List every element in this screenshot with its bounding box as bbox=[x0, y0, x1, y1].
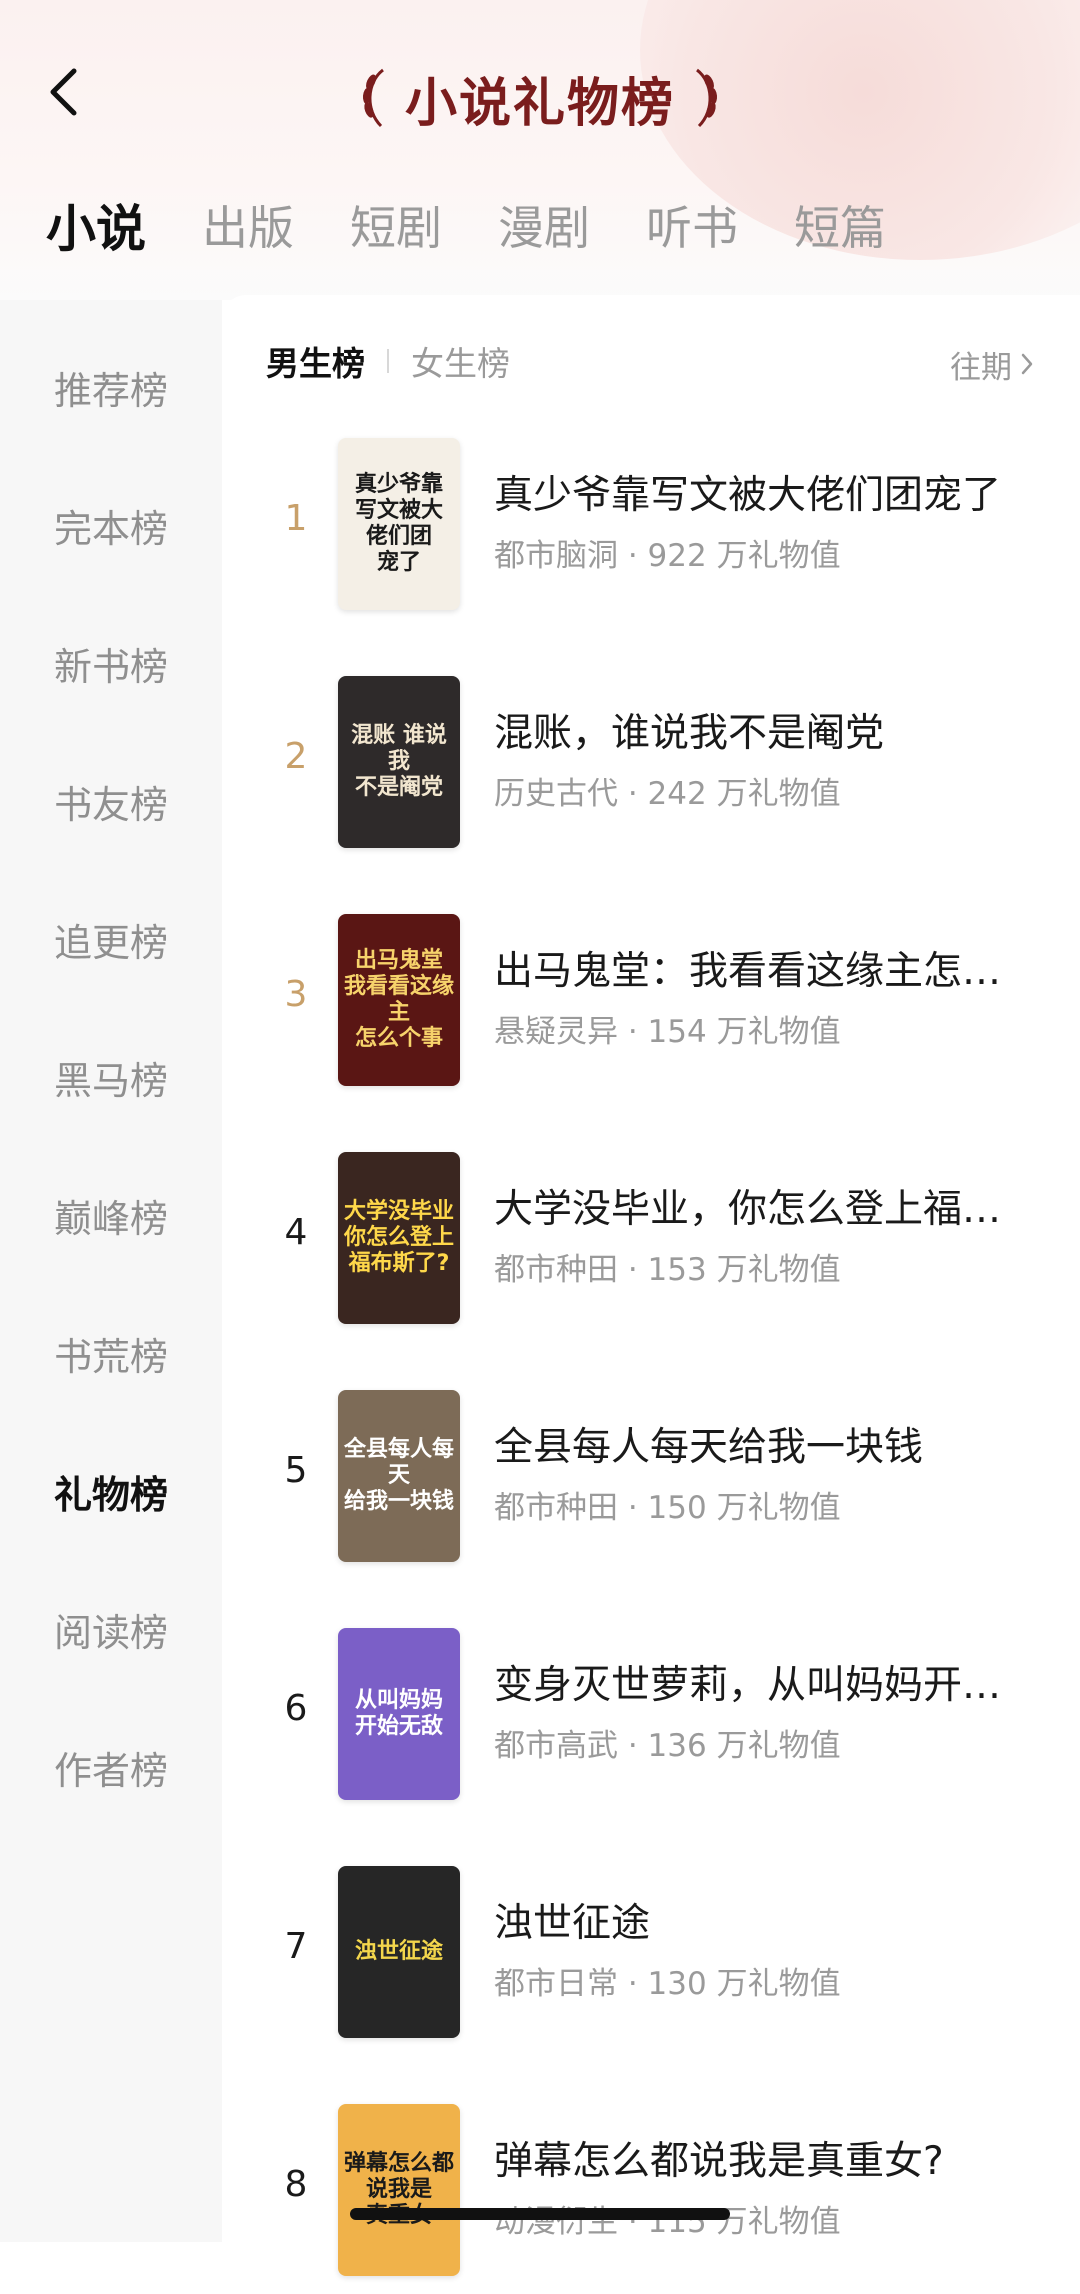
tab-audiobook[interactable]: 听书 bbox=[646, 192, 738, 258]
sidebar-item-book-drought[interactable]: 书荒榜 bbox=[0, 1326, 222, 1381]
sidebar-item-reading[interactable]: 阅读榜 bbox=[0, 1602, 222, 1657]
sidebar-item-new[interactable]: 新书榜 bbox=[0, 636, 222, 691]
tab-short-story[interactable]: 短篇 bbox=[794, 192, 886, 258]
book-title[interactable]: 真少爷靠写文被大佬们团宠了 bbox=[494, 464, 1034, 520]
book-cover[interactable]: 全县每人每天 给我一块钱 bbox=[338, 1390, 460, 1562]
rank-number: 2 bbox=[284, 736, 308, 777]
cover-title-text: 浊世征途 bbox=[354, 1939, 443, 1964]
book-row[interactable]: 7 浊世征途 浊世征途 都市日常 · 130 万礼物值 bbox=[222, 1866, 1080, 2056]
page-title-bar: 小说礼物榜 bbox=[0, 58, 1080, 138]
book-meta: 都市种田 · 150 万礼物值 bbox=[494, 1490, 841, 1526]
rank-number: 6 bbox=[284, 1688, 308, 1729]
book-title[interactable]: 出马鬼堂：我看看这缘主怎… bbox=[494, 940, 1034, 996]
book-cover[interactable]: 出马鬼堂 我看看这缘主 怎么个事 bbox=[338, 914, 460, 1086]
past-issues-link[interactable]: 往期 bbox=[950, 344, 1034, 386]
laurel-right-icon bbox=[696, 68, 718, 128]
cover-title-text: 从叫妈妈 开始无敌 bbox=[354, 1688, 443, 1739]
tab-male[interactable]: 男生榜 bbox=[266, 337, 365, 385]
book-meta: 都市高武 · 136 万礼物值 bbox=[494, 1728, 841, 1764]
book-row[interactable]: 6 从叫妈妈 开始无敌 变身灭世萝莉，从叫妈妈开… 都市高武 · 136 万礼物值 bbox=[222, 1628, 1080, 1818]
book-row[interactable]: 2 混账 谁说我 不是阉党 混账，谁说我不是阉党历史古代 · 242 万礼物值 bbox=[222, 676, 1080, 866]
book-row[interactable]: 3 出马鬼堂 我看看这缘主 怎么个事 出马鬼堂：我看看这缘主怎… 悬疑灵异 · 154… bbox=[222, 914, 1080, 1104]
cover-title-text: 全县每人每天 给我一块钱 bbox=[344, 1437, 455, 1514]
rank-number: 5 bbox=[284, 1450, 308, 1491]
book-row[interactable]: 4 大学没毕业 你怎么登上 福布斯了? 大学没毕业，你怎么登上福… 都市种田 · 15… bbox=[222, 1152, 1080, 1342]
cover-title-text: 混账 谁说我 不是阉党 bbox=[351, 723, 447, 800]
sidebar-item-author[interactable]: 作者榜 bbox=[0, 1740, 222, 1795]
book-title[interactable]: 弹幕怎么都说我是真重女? bbox=[494, 2130, 1034, 2186]
book-meta: 都市脑洞 · 922 万礼物值 bbox=[494, 538, 841, 574]
laurel-left-icon bbox=[362, 68, 384, 128]
tab-female[interactable]: 女生榜 bbox=[411, 337, 510, 385]
book-cover[interactable]: 大学没毕业 你怎么登上 福布斯了? bbox=[338, 1152, 460, 1324]
book-title[interactable]: 全县每人每天给我一块钱 bbox=[494, 1416, 1034, 1472]
book-meta: 悬疑灵异 · 154 万礼物值 bbox=[494, 1014, 841, 1050]
tab-short-drama[interactable]: 短剧 bbox=[350, 192, 442, 258]
book-row[interactable]: 1 真少爷靠 写文被大 佬们团 宠了 真少爷靠写文被大佬们团宠了都市脑洞 · 922… bbox=[222, 438, 1080, 628]
book-meta: 历史古代 · 242 万礼物值 bbox=[494, 776, 841, 812]
book-title[interactable]: 变身灭世萝莉，从叫妈妈开… bbox=[494, 1654, 1034, 1710]
book-meta: 都市种田 · 153 万礼物值 bbox=[494, 1252, 841, 1288]
book-meta: 都市日常 · 130 万礼物值 bbox=[494, 1966, 841, 2002]
cover-title-text: 出马鬼堂 我看看这缘主 怎么个事 bbox=[344, 948, 455, 1051]
tab-divider bbox=[387, 349, 389, 373]
book-cover[interactable]: 混账 谁说我 不是阉党 bbox=[338, 676, 460, 848]
sidebar-item-gift[interactable]: 礼物榜 bbox=[0, 1464, 222, 1519]
cover-title-text: 真少爷靠 写文被大 佬们团 宠了 bbox=[354, 472, 443, 575]
page-title: 小说礼物榜 bbox=[404, 72, 675, 134]
book-row[interactable]: 5 全县每人每天 给我一块钱 全县每人每天给我一块钱都市种田 · 150 万礼物值 bbox=[222, 1390, 1080, 1580]
tab-comic-drama[interactable]: 漫剧 bbox=[498, 192, 590, 258]
book-cover[interactable]: 真少爷靠 写文被大 佬们团 宠了 bbox=[338, 438, 460, 610]
ranking-sidebar: 推荐榜 完本榜 新书榜 书友榜 追更榜 黑马榜 巅峰榜 书荒榜 礼物榜 阅读榜 … bbox=[0, 300, 222, 2242]
book-row[interactable]: 8弹幕怎么都说我是 真重女弹幕怎么都说我是真重女?动漫衍生 · 115 万礼物值 bbox=[222, 2104, 1080, 2294]
chevron-right-icon bbox=[1021, 353, 1033, 375]
gender-tabs: 男生榜 女生榜 bbox=[266, 337, 510, 385]
rank-number: 1 bbox=[284, 498, 308, 539]
book-cover[interactable]: 从叫妈妈 开始无敌 bbox=[338, 1628, 460, 1800]
book-title[interactable]: 浊世征途 bbox=[494, 1892, 1034, 1948]
rank-number: 4 bbox=[284, 1212, 308, 1253]
sidebar-item-recommend[interactable]: 推荐榜 bbox=[0, 360, 222, 415]
tab-publish[interactable]: 出版 bbox=[202, 192, 294, 258]
rank-number: 7 bbox=[284, 1926, 308, 1967]
book-title[interactable]: 混账，谁说我不是阉党 bbox=[494, 702, 1034, 758]
sidebar-item-completed[interactable]: 完本榜 bbox=[0, 498, 222, 553]
rank-number: 3 bbox=[284, 974, 308, 1015]
rank-number: 8 bbox=[284, 2164, 308, 2205]
book-cover[interactable]: 弹幕怎么都说我是 真重女 bbox=[338, 2104, 460, 2276]
sidebar-item-peak[interactable]: 巅峰榜 bbox=[0, 1188, 222, 1243]
category-tabs: 小说 出版 短剧 漫剧 听书 短篇 bbox=[46, 190, 942, 260]
book-cover[interactable]: 浊世征途 bbox=[338, 1866, 460, 2038]
sidebar-item-dark-horse[interactable]: 黑马榜 bbox=[0, 1050, 222, 1105]
past-issues-label: 往期 bbox=[950, 349, 1012, 386]
cover-title-text: 大学没毕业 你怎么登上 福布斯了? bbox=[344, 1199, 455, 1276]
sidebar-item-readers[interactable]: 书友榜 bbox=[0, 774, 222, 829]
sidebar-item-follow[interactable]: 追更榜 bbox=[0, 912, 222, 967]
tab-novel[interactable]: 小说 bbox=[46, 189, 146, 261]
book-title[interactable]: 大学没毕业，你怎么登上福… bbox=[494, 1178, 1034, 1234]
home-indicator bbox=[350, 2208, 730, 2220]
